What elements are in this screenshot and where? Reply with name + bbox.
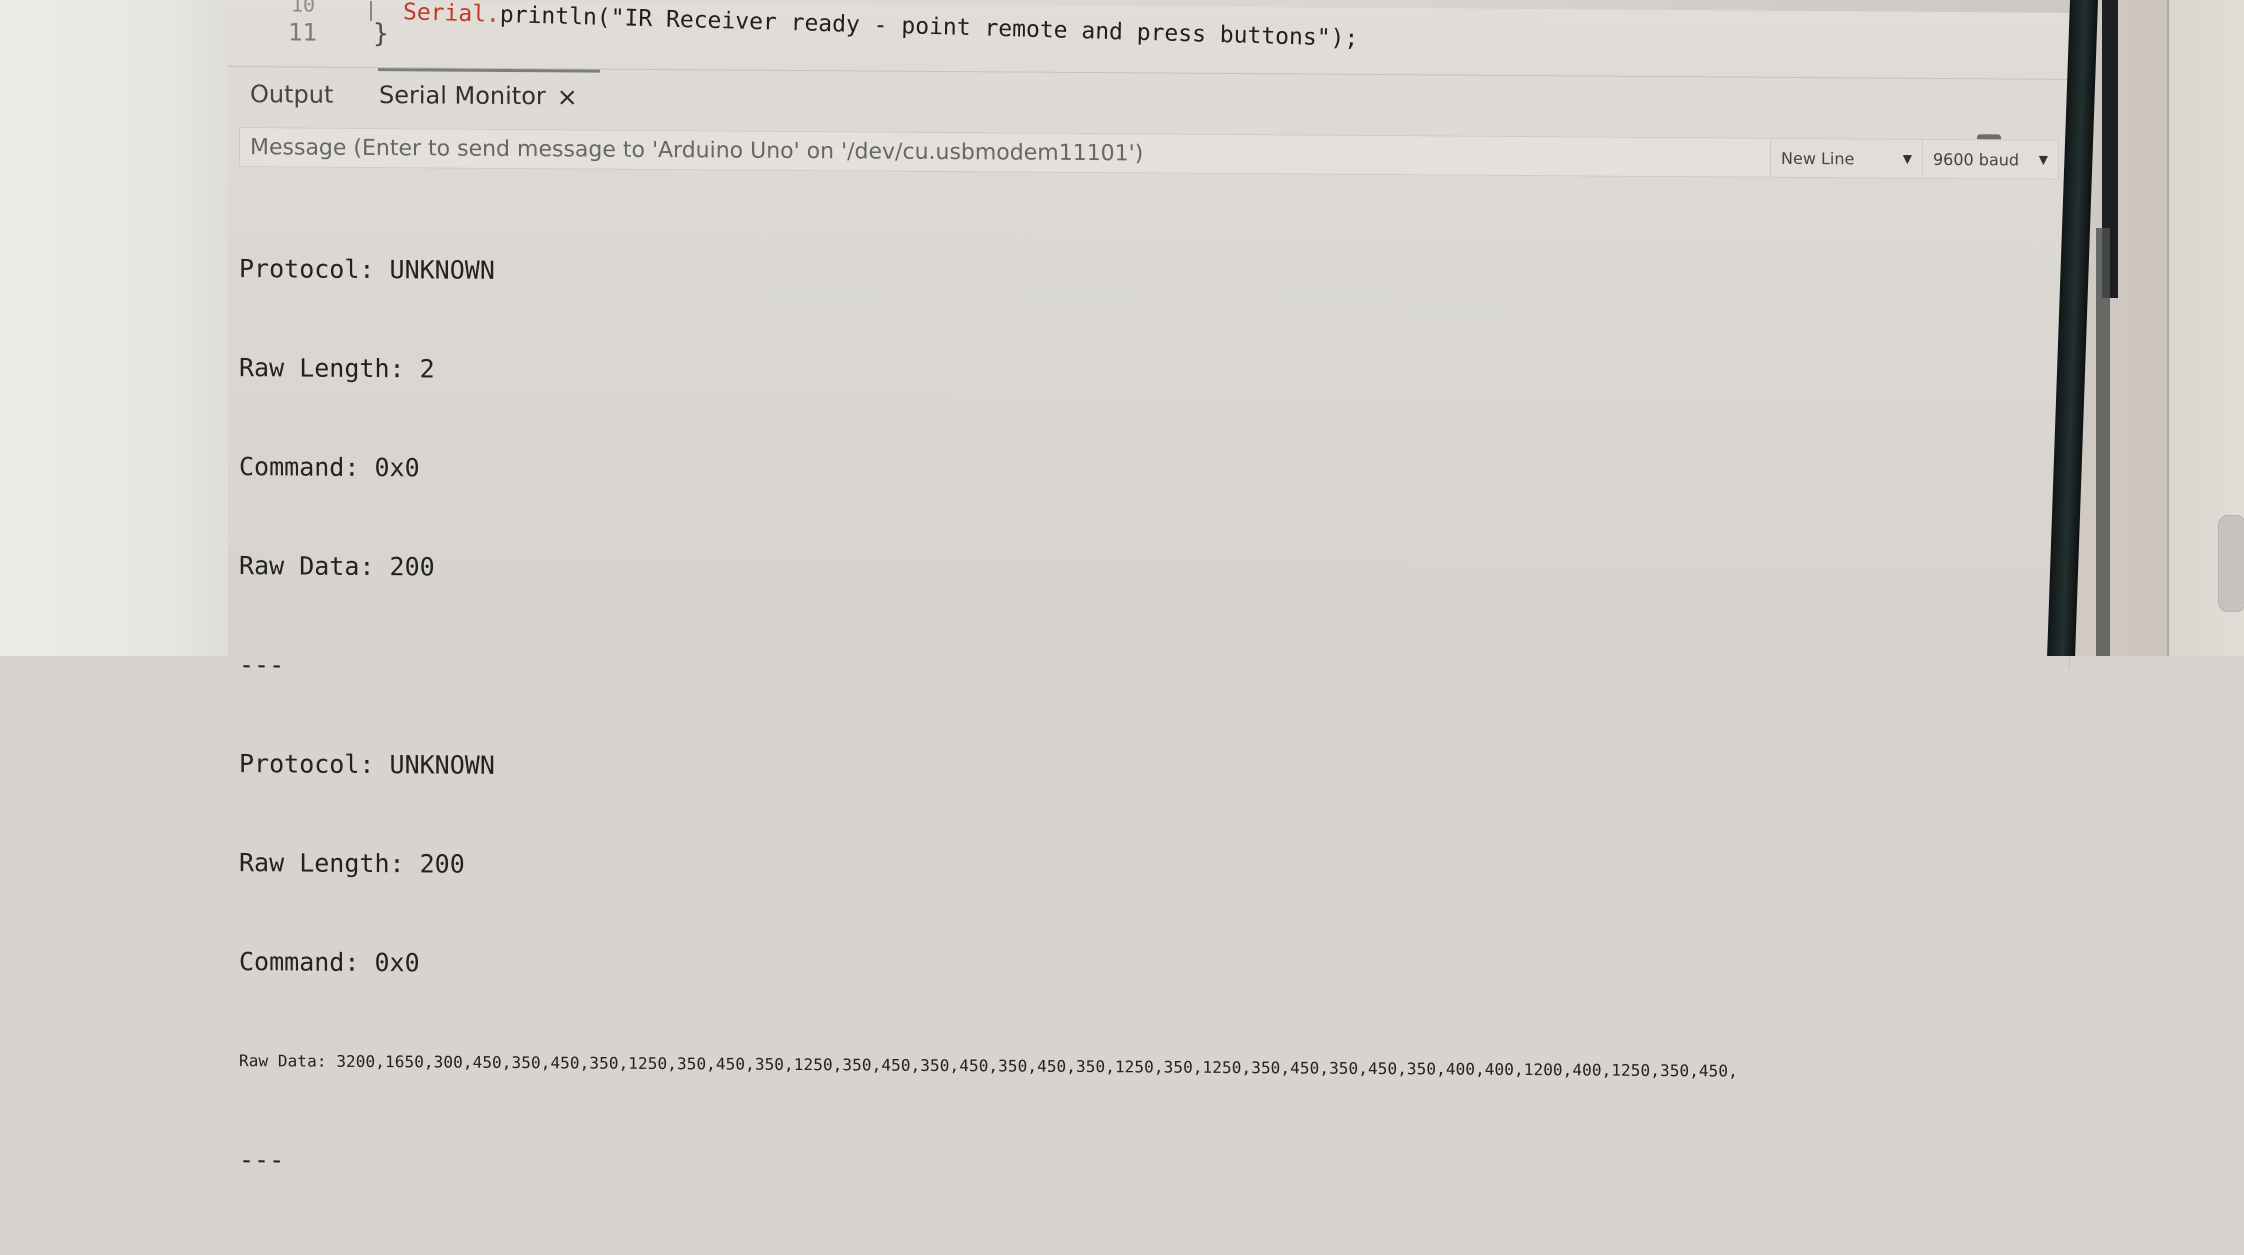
chevron-down-icon: ▼ bbox=[2039, 153, 2048, 167]
serial-output-line: Protocol: UNKNOWN bbox=[239, 747, 2049, 793]
close-icon[interactable]: × bbox=[557, 82, 578, 111]
code-function-body: println("IR Receiver ready - point remot… bbox=[500, 2, 1359, 52]
message-input[interactable]: Message (Enter to send message to 'Ardui… bbox=[239, 127, 1771, 178]
serial-output-line: Command: 0x0 bbox=[239, 450, 2049, 496]
closing-brace: } bbox=[373, 19, 389, 49]
code-line-text[interactable]: Serial.println("IR Receiver ready - poin… bbox=[403, 0, 1359, 52]
serial-output-line: --- bbox=[239, 1143, 2049, 1189]
tab-serial-monitor[interactable]: Serial Monitor × bbox=[379, 81, 578, 111]
serial-message-row: Message (Enter to send message to 'Ardui… bbox=[239, 127, 2059, 182]
serial-monitor-tab-label: Serial Monitor bbox=[379, 81, 546, 110]
active-tab-indicator bbox=[378, 68, 600, 73]
code-indent-guide bbox=[370, 1, 372, 21]
line-number-10: 10 bbox=[291, 0, 315, 17]
tab-output[interactable]: Output bbox=[250, 80, 333, 109]
line-ending-value: New Line bbox=[1781, 148, 1854, 168]
background-edge-line bbox=[2167, 0, 2169, 656]
baud-rate-select[interactable]: 9600 baud ▼ bbox=[1923, 139, 2059, 180]
serial-output-line: Raw Length: 200 bbox=[239, 846, 2049, 892]
left-bezel bbox=[0, 0, 229, 656]
serial-output[interactable]: Protocol: UNKNOWN Raw Length: 2 Command:… bbox=[239, 186, 2049, 669]
serial-output-line: Raw Length: 2 bbox=[239, 351, 2049, 397]
serial-output-line: Protocol: UNKNOWN bbox=[239, 252, 2049, 298]
serial-output-line: Raw Data: 3200,1650,300,450,350,450,350,… bbox=[239, 1044, 2049, 1090]
serial-output-line: --- bbox=[239, 648, 2049, 694]
lower-bezel-strip bbox=[2096, 228, 2110, 656]
background-knob bbox=[2218, 515, 2244, 612]
serial-output-line: Command: 0x0 bbox=[239, 945, 2049, 991]
line-ending-select[interactable]: New Line ▼ bbox=[1771, 138, 1923, 179]
chevron-down-icon: ▼ bbox=[1903, 152, 1912, 166]
code-function-name: Serial. bbox=[403, 0, 500, 28]
serial-output-line: Raw Data: 200 bbox=[239, 549, 2049, 595]
baud-rate-value: 9600 baud bbox=[1933, 149, 2019, 169]
arduino-ide-screen: 10 Serial.println("IR Receiver ready - p… bbox=[228, 0, 2070, 669]
line-number-11: 11 bbox=[288, 18, 317, 46]
